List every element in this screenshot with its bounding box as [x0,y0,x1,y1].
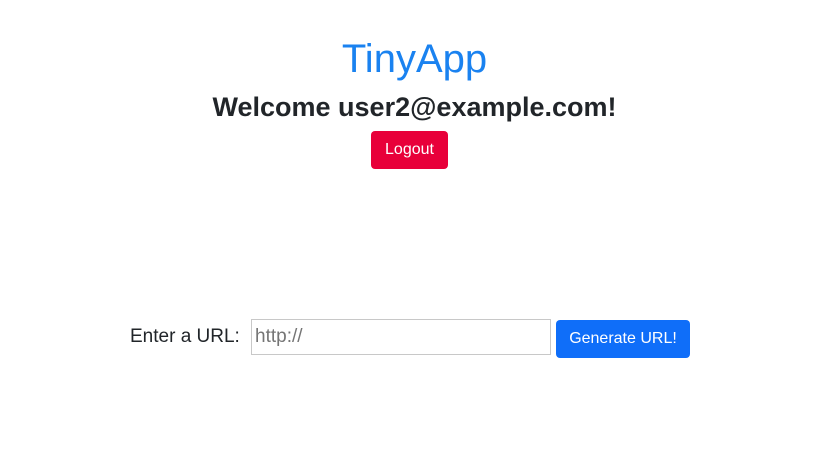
logout-button[interactable]: Logout [371,131,448,169]
page: TinyApp Welcome user2@example.com! Logou… [0,0,829,455]
url-label: Enter a URL: [130,326,240,347]
generate-url-button[interactable]: Generate URL! [556,320,690,358]
app-title-link[interactable]: TinyApp [0,34,829,84]
url-form: Enter a URL: Generate URL! [0,318,829,358]
welcome-message: Welcome user2@example.com! [212,92,617,122]
url-input[interactable] [251,319,551,355]
